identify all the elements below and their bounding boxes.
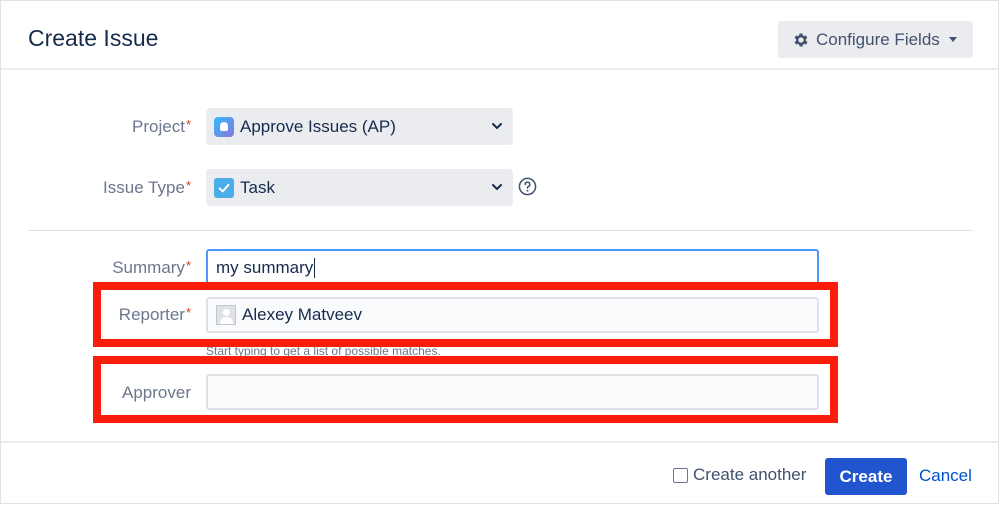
project-avatar-icon [214, 116, 234, 137]
reporter-hint: Start typing to get a list of possible m… [206, 344, 441, 358]
chevron-down-icon [492, 123, 502, 129]
required-mark: * [185, 178, 191, 193]
approver-label: Approver [122, 383, 191, 402]
issue-type-select[interactable]: Task [206, 169, 513, 206]
help-icon[interactable] [518, 177, 537, 196]
reporter-value: Alexey Matveev [242, 305, 362, 324]
create-button[interactable]: Create [825, 458, 907, 495]
dialog-header: Create Issue Configure Fields [1, 1, 998, 70]
required-mark: * [185, 305, 191, 320]
summary-value: my summary [216, 257, 314, 277]
caret-down-icon [948, 37, 957, 42]
text-cursor [314, 257, 316, 278]
issue-type-label: Issue Type* [103, 178, 191, 197]
section-divider [28, 230, 973, 231]
task-checkbox-icon [214, 177, 234, 198]
chevron-down-icon [492, 184, 502, 190]
summary-label: Summary* [112, 258, 191, 277]
approver-input[interactable] [206, 374, 819, 410]
create-another-option[interactable]: Create another [673, 465, 806, 485]
project-value: Approve Issues (AP) [240, 116, 396, 136]
project-select[interactable]: Approve Issues (AP) [206, 108, 513, 145]
cancel-link[interactable]: Cancel [919, 466, 972, 486]
create-another-checkbox[interactable] [673, 467, 688, 483]
configure-fields-label: Configure Fields [816, 29, 940, 49]
dialog-title: Create Issue [28, 25, 159, 51]
dialog-footer: Create another Create Cancel [1, 441, 998, 505]
configure-fields-button[interactable]: Configure Fields [778, 21, 973, 58]
reporter-label: Reporter* [118, 305, 191, 324]
create-another-label: Create another [693, 465, 807, 484]
reporter-input[interactable]: Alexey Matveev [206, 297, 819, 333]
summary-input[interactable]: my summary [206, 249, 819, 286]
required-mark: * [185, 117, 191, 132]
gear-icon [794, 32, 808, 47]
required-mark: * [185, 258, 191, 273]
create-issue-dialog: Create Issue Configure Fields Project* A… [0, 0, 999, 504]
issue-type-value: Task [240, 177, 275, 197]
user-avatar-icon [216, 305, 236, 325]
project-label: Project* [132, 117, 191, 136]
